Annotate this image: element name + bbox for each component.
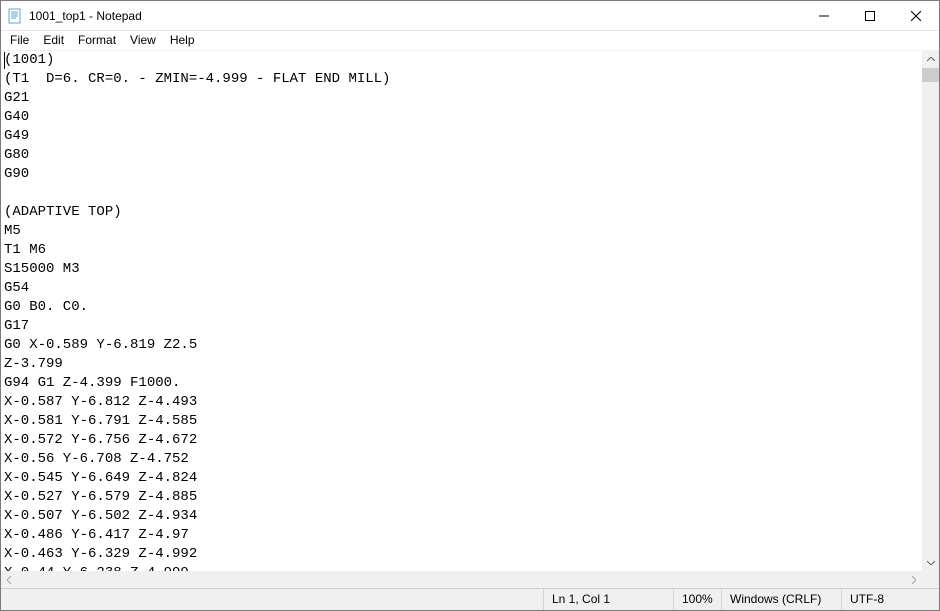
notepad-window: 1001_top1 - Notepad File Edit Format Vie… xyxy=(0,0,940,611)
menu-format[interactable]: Format xyxy=(71,32,123,49)
vertical-scrollbar[interactable] xyxy=(922,51,939,571)
window-controls xyxy=(801,1,939,31)
scroll-up-icon[interactable] xyxy=(922,51,939,68)
statusbar: Ln 1, Col 1 100% Windows (CRLF) UTF-8 xyxy=(1,588,939,610)
scroll-left-icon[interactable] xyxy=(1,571,18,588)
scroll-corner xyxy=(922,571,939,588)
close-button[interactable] xyxy=(893,1,939,31)
status-encoding: UTF-8 xyxy=(841,589,939,610)
status-zoom: 100% xyxy=(673,589,721,610)
text-content[interactable]: (1001) (T1 D=6. CR=0. - ZMIN=-4.999 - FL… xyxy=(1,51,922,571)
status-position: Ln 1, Col 1 xyxy=(543,589,673,610)
minimize-button[interactable] xyxy=(801,1,847,31)
menu-file[interactable]: File xyxy=(3,32,36,49)
scroll-down-icon[interactable] xyxy=(922,554,939,571)
titlebar[interactable]: 1001_top1 - Notepad xyxy=(1,1,939,31)
maximize-button[interactable] xyxy=(847,1,893,31)
menu-view[interactable]: View xyxy=(123,32,163,49)
hscroll-row xyxy=(1,571,939,588)
window-title: 1001_top1 - Notepad xyxy=(29,9,801,23)
menu-edit[interactable]: Edit xyxy=(36,32,71,49)
app-icon xyxy=(7,8,23,24)
scroll-thumb[interactable] xyxy=(922,68,939,82)
menu-help[interactable]: Help xyxy=(163,32,202,49)
menubar: File Edit Format View Help xyxy=(1,31,939,50)
hscroll-track[interactable] xyxy=(18,571,905,588)
status-line-ending: Windows (CRLF) xyxy=(721,589,841,610)
scroll-right-icon[interactable] xyxy=(905,571,922,588)
editor-area: (1001) (T1 D=6. CR=0. - ZMIN=-4.999 - FL… xyxy=(1,50,939,571)
status-spacer xyxy=(1,589,543,610)
horizontal-scrollbar[interactable] xyxy=(1,571,922,588)
